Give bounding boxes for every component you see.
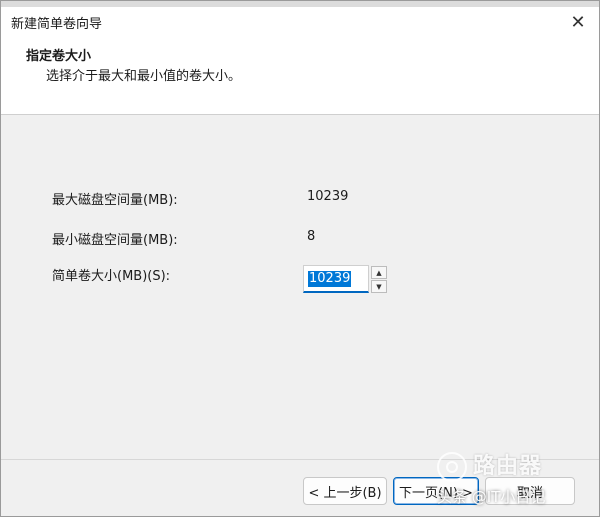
title-bar: 新建简单卷向导 ✕ xyxy=(1,7,599,37)
window-title: 新建简单卷向导 xyxy=(11,17,103,32)
spin-buttons: ▲ ▼ xyxy=(371,266,387,294)
max-space-label: 最大磁盘空间量(MB): xyxy=(52,193,178,208)
next-button[interactable]: 下一页(N) > xyxy=(393,477,479,505)
wizard-header: 指定卷大小 选择介于最大和最小值的卷大小。 xyxy=(1,37,599,115)
page-subtitle: 选择介于最大和最小值的卷大小。 xyxy=(46,69,242,84)
volume-size-stepper: 10239 ▲ ▼ xyxy=(303,265,389,295)
wizard-window: 新建简单卷向导 ✕ 指定卷大小 选择介于最大和最小值的卷大小。 最大磁盘空间量(… xyxy=(0,0,600,517)
footer-divider xyxy=(1,459,599,460)
volume-size-input[interactable]: 10239 xyxy=(303,265,369,293)
close-icon[interactable]: ✕ xyxy=(565,9,591,35)
chevron-up-icon[interactable]: ▲ xyxy=(371,266,387,279)
min-space-value: 8 xyxy=(307,229,316,244)
page-title: 指定卷大小 xyxy=(26,49,92,64)
chevron-down-icon[interactable]: ▼ xyxy=(371,280,387,293)
wizard-content: 最大磁盘空间量(MB): 10239 最小磁盘空间量(MB): 8 简单卷大小(… xyxy=(1,115,599,455)
cancel-button[interactable]: 取消 xyxy=(485,477,575,505)
max-space-value: 10239 xyxy=(307,189,349,204)
min-space-label: 最小磁盘空间量(MB): xyxy=(52,233,178,248)
volume-size-value: 10239 xyxy=(308,271,352,287)
volume-size-label: 简单卷大小(MB)(S): xyxy=(52,269,171,284)
back-button[interactable]: < 上一步(B) xyxy=(303,477,387,505)
